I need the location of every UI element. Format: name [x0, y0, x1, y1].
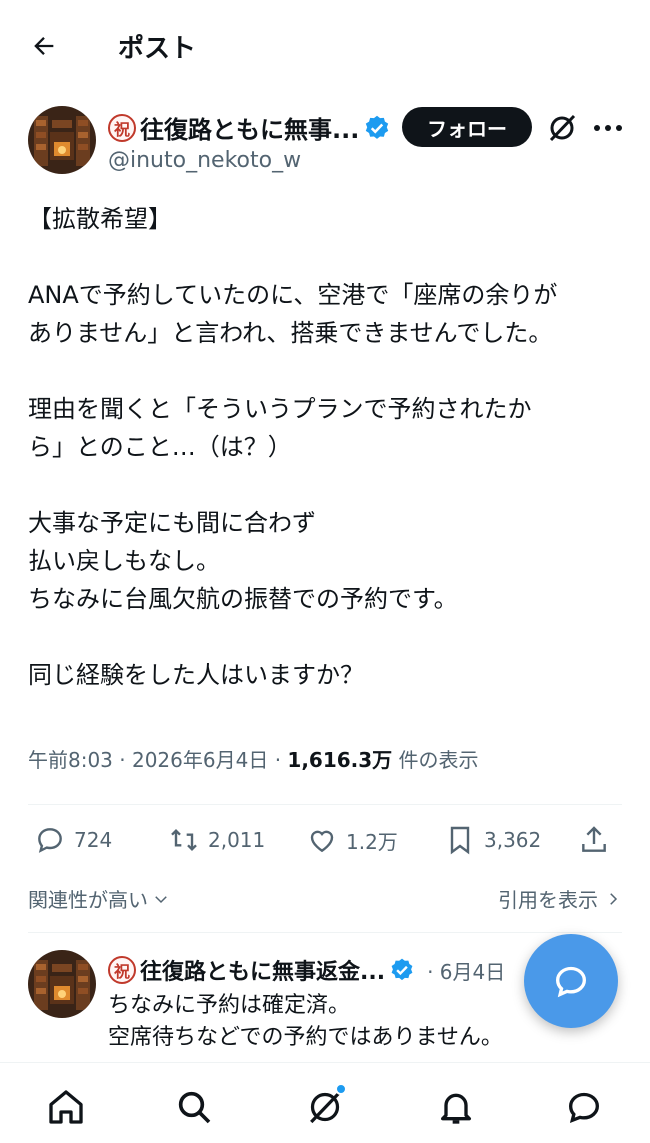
post-line: ちなみに台風欠航の振替での予約です。: [28, 585, 458, 613]
like-icon: [310, 830, 334, 853]
avatar[interactable]: [28, 950, 96, 1018]
divider: [28, 804, 622, 805]
verified-badge-icon: [366, 115, 389, 139]
more-button[interactable]: [590, 114, 626, 142]
action-bar: 724 2,011 1.2万 3,362: [28, 824, 622, 870]
reply-author-row[interactable]: 祝 往復路ともに無事返金... · 6月4日: [108, 954, 505, 986]
bookmark-icon: [450, 826, 470, 855]
bookmark-button[interactable]: 3,362: [444, 824, 541, 856]
compose-reply-button[interactable]: [524, 934, 618, 1028]
post-line: ANAで予約していたのに、空港で「座席の余りが: [28, 281, 558, 309]
repost-icon: [171, 828, 197, 852]
messages-icon: [568, 1092, 600, 1124]
post-line: 同じ経験をした人はいますか？: [28, 661, 364, 689]
post-line: 【拡散希望】: [28, 205, 172, 233]
grok-icon: [549, 114, 576, 142]
like-count: 1.2万: [346, 829, 398, 854]
top-bar: ポスト: [0, 0, 650, 90]
author-display-name[interactable]: 往復路ともに無事...: [140, 110, 359, 145]
nav-messages[interactable]: [562, 1085, 606, 1129]
verified-badge-icon: [391, 958, 413, 981]
nav-notifications[interactable]: [434, 1085, 478, 1129]
reply-text: ちなみに予約は確定済。 空席待ちなどでの予約ではありません。: [108, 990, 503, 1054]
view-label: 件の表示: [392, 748, 479, 772]
reply-line: ちなみに予約は確定済。: [108, 993, 351, 1018]
back-button[interactable]: [24, 26, 64, 66]
share-button[interactable]: [578, 824, 610, 856]
post-author: 祝 往復路ともに無事... @inuto_nekoto_w フォロー: [28, 106, 628, 176]
post-line: 払い戻しもなし。: [28, 547, 220, 575]
quotes-label: 引用を表示: [498, 888, 598, 912]
more-icon: [594, 125, 622, 131]
nav-grok[interactable]: [303, 1083, 347, 1129]
nav-home[interactable]: [44, 1085, 88, 1129]
notifications-icon: [441, 1093, 471, 1124]
divider: [28, 932, 622, 933]
repost-count: 2,011: [208, 828, 266, 852]
bookmark-count: 3,362: [484, 828, 542, 852]
celebration-badge: 祝: [108, 113, 136, 142]
post-line: 理由を聞くと「そういうプランで予約されたか: [28, 395, 532, 423]
post-meta: 午前8:03 · 2026年6月4日 · 1,616.3万 件の表示: [28, 744, 479, 773]
reply-button[interactable]: 724: [34, 824, 112, 856]
share-icon: [582, 826, 606, 852]
chevron-down-icon: [155, 895, 167, 903]
notification-dot: [335, 1083, 347, 1095]
grok-button[interactable]: [546, 112, 578, 144]
celebration-badge: 祝: [108, 956, 136, 984]
reply-line: 空席待ちなどでの予約ではありません。: [108, 1025, 503, 1050]
bottom-navigation: [0, 1062, 650, 1143]
page-title: ポスト: [118, 34, 197, 64]
post-timestamp[interactable]: 午前8:03 · 2026年6月4日 ·: [28, 748, 287, 772]
search-icon: [178, 1091, 211, 1124]
avatar[interactable]: [28, 106, 96, 174]
reply-count: 724: [74, 828, 113, 852]
post-line: ら」とのこと…（は？）: [28, 433, 292, 461]
post-line: 大事な予定にも間に合わず: [28, 509, 316, 537]
reply-icon: [38, 828, 62, 853]
sort-related-button[interactable]: 関連性が高い: [28, 884, 170, 913]
repost-button[interactable]: 2,011: [168, 824, 265, 856]
post-line: ありません」と言われ、搭乗できませんでした。: [28, 319, 553, 347]
view-count: 1,616.3万: [287, 748, 393, 772]
view-quotes-link[interactable]: 引用を表示: [498, 884, 622, 913]
author-name-row[interactable]: 祝 往復路ともに無事...: [108, 110, 391, 145]
post-text: 【拡散希望】 ANAで予約していたのに、空港で「座席の余りが ありません」と言わ…: [28, 200, 628, 694]
reply-date: · 6月4日: [427, 959, 506, 984]
chevron-right-icon: [610, 892, 618, 905]
nav-search[interactable]: [172, 1085, 216, 1129]
author-handle[interactable]: @inuto_nekoto_w: [108, 148, 301, 173]
follow-button[interactable]: フォロー: [402, 107, 532, 147]
reply-author-name[interactable]: 往復路ともに無事返金...: [140, 954, 385, 986]
back-arrow-icon: [34, 37, 54, 55]
sort-label: 関連性が高い: [28, 888, 148, 912]
like-button[interactable]: 1.2万: [306, 824, 398, 856]
home-icon: [49, 1090, 83, 1124]
compose-reply-icon: [555, 966, 587, 998]
